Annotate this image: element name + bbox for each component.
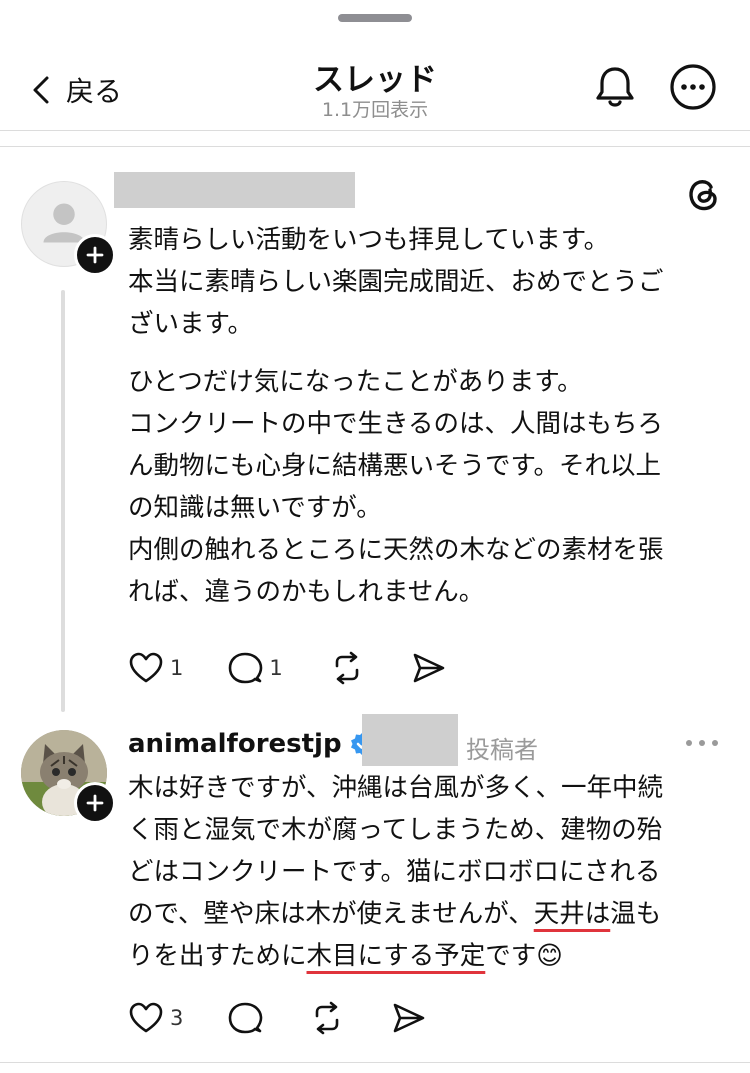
reply-button[interactable]: 1 [227, 650, 283, 686]
comment-line: コンクリートの中で生きるのは、人間はもちろ [128, 409, 663, 439]
like-button[interactable]: 3 [128, 1000, 183, 1036]
threads-logo-icon[interactable] [684, 175, 722, 213]
smile-emoji: 😊 [536, 941, 563, 971]
bell-icon[interactable] [590, 62, 640, 112]
header-divider-bottom [0, 146, 750, 147]
reply-line: 木は好きですが、沖縄は台風が多く、一年中続 [128, 773, 663, 803]
reply-line: ので、壁や床は木が使えませんが、天井は温も [128, 893, 733, 935]
underlined-text: 木目にする予定 [306, 941, 486, 971]
more-icon[interactable] [668, 62, 718, 112]
heart-icon [129, 652, 163, 683]
header: 戻る スレッド 1.1万回表示 [0, 40, 750, 140]
share-icon [413, 653, 445, 683]
comment-line: ひとつだけ気になったことがあります。 [128, 367, 583, 397]
reply-author: animalforestjp [128, 722, 376, 766]
comment-icon [229, 1002, 263, 1034]
comment-actions: 1 1 [128, 643, 447, 693]
comment-line: の知識は無いですが。 [128, 493, 382, 523]
reply-text: です [485, 941, 537, 971]
like-button[interactable]: 1 [128, 650, 183, 686]
reply-button[interactable] [227, 1000, 263, 1036]
more-options-icon[interactable] [684, 733, 720, 753]
share-icon [394, 1003, 425, 1033]
repost-button[interactable] [309, 1000, 345, 1036]
like-count: 3 [170, 1006, 184, 1030]
repost-icon [316, 1001, 339, 1035]
reply-line: く雨と湿気で木が腐ってしまうため、建物の殆 [128, 815, 663, 845]
reply-text: りを出すために [128, 941, 307, 971]
reply-actions: 3 [128, 993, 427, 1043]
redacted-username [114, 172, 355, 208]
reply-text: 温も [610, 899, 662, 929]
comment-line: 素晴らしい活動をいつも拝見しています。 [128, 225, 610, 255]
plus-icon [86, 794, 104, 812]
reply-text: ので、壁や床は木が使えませんが、 [128, 899, 534, 929]
share-button[interactable] [391, 1000, 427, 1036]
comment-line: れば、違うのかもしれません。 [128, 577, 485, 607]
follow-button[interactable] [74, 234, 116, 276]
comment-line: ざいます。 [128, 309, 253, 339]
comment-line: 本当に素晴らしい楽園完成間近、おめでとうご [128, 267, 664, 297]
username[interactable]: animalforestjp [128, 729, 342, 759]
comment-icon [229, 652, 263, 684]
reply-body: 木は好きですが、沖縄は台風が多く、一年中続 く雨と湿気で木が腐ってしまうため、建… [128, 767, 733, 977]
heart-icon [129, 1002, 163, 1033]
comment-line: ん動物にも心身に結構悪いそうです。それ以上 [128, 451, 661, 481]
sheet-grabber[interactable] [338, 14, 412, 22]
redacted-name [362, 714, 458, 766]
comment-body: 素晴らしい活動をいつも拝見しています。 本当に素晴らしい楽園完成間近、おめでとう… [128, 219, 728, 613]
bottom-divider [0, 1062, 750, 1063]
like-count: 1 [170, 656, 184, 680]
follow-button[interactable] [74, 782, 116, 824]
underlined-text: 天井は [533, 899, 611, 929]
repost-icon [335, 651, 359, 685]
share-button[interactable] [411, 650, 447, 686]
thread-line [61, 290, 65, 712]
plus-icon [86, 246, 104, 264]
reply-count: 1 [269, 656, 283, 680]
reply-line: りを出すために木目にする予定です😊 [128, 935, 733, 977]
repost-button[interactable] [329, 650, 365, 686]
comment-line: 内側の触れるところに天然の木などの素材を張 [128, 535, 664, 565]
header-divider-top [0, 130, 750, 131]
reply-line: どはコンクリートです。猫にボロボロにされる [128, 857, 661, 887]
author-tag: 投稿者 [466, 736, 538, 764]
